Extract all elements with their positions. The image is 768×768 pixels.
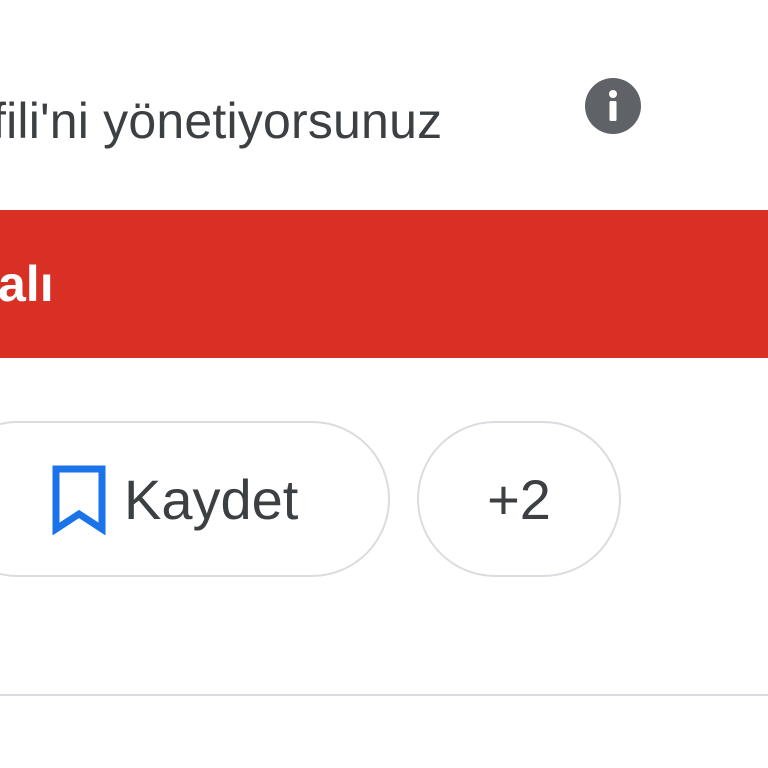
save-button[interactable]: Kaydet <box>0 421 390 577</box>
banner-text: alı <box>0 256 54 312</box>
bookmark-icon <box>50 463 108 535</box>
divider <box>0 694 768 696</box>
manage-text: fili'ni yönetiyorsunuz <box>0 93 443 149</box>
info-icon-glyph <box>609 90 617 121</box>
info-icon[interactable] <box>585 78 641 134</box>
more-actions-button[interactable]: +2 <box>417 421 621 577</box>
save-button-label: Kaydet <box>124 467 299 531</box>
more-actions-label: +2 <box>487 467 551 531</box>
manage-notice: fili'ni yönetiyorsunuz <box>0 86 442 156</box>
page: fili'ni yönetiyorsunuz alı Kaydet +2 <box>0 0 768 768</box>
status-banner: alı <box>0 210 768 358</box>
